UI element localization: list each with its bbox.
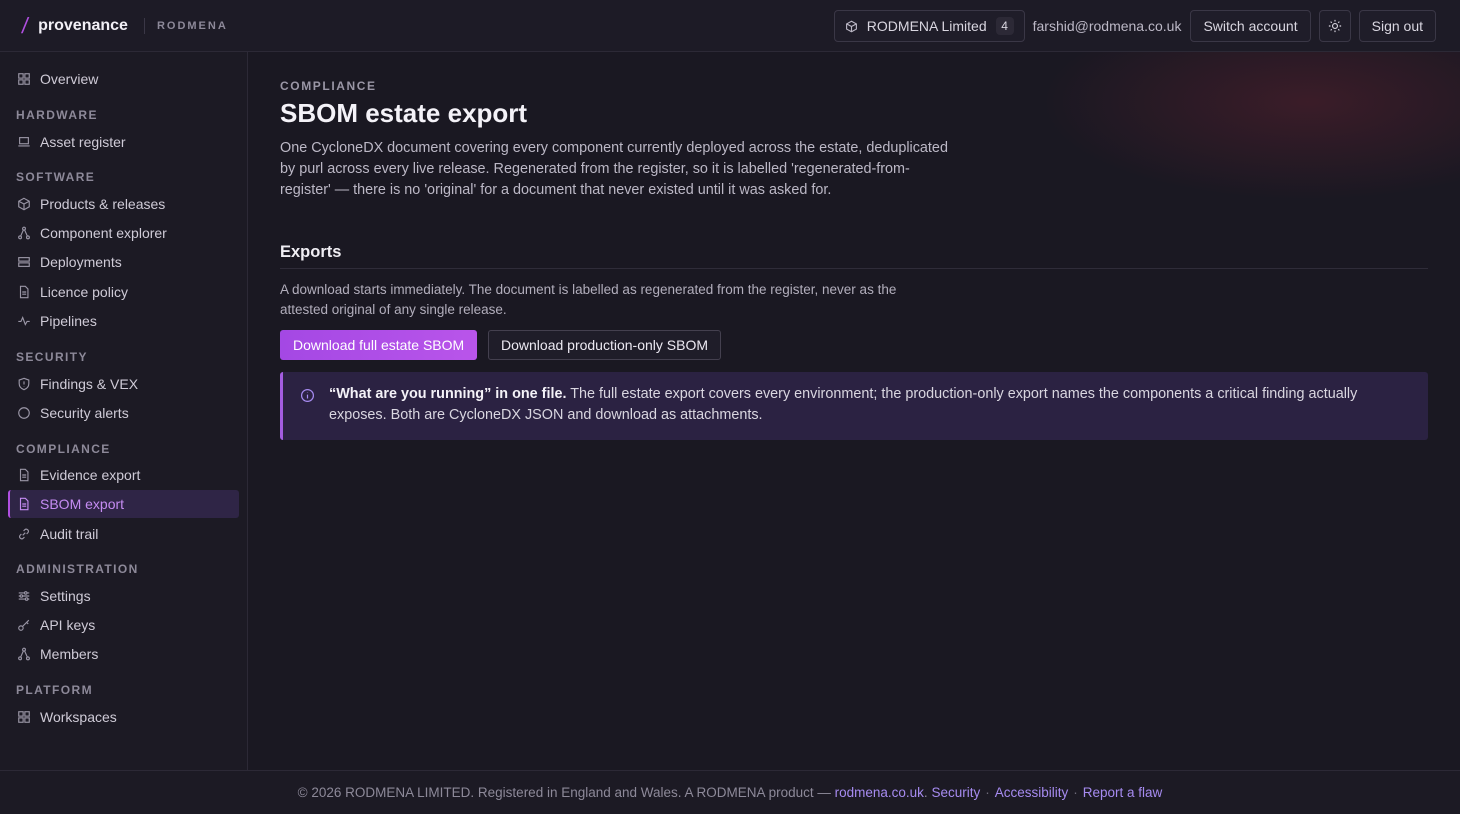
download-production-sbom-button[interactable]: Download production-only SBOM bbox=[488, 330, 721, 360]
sidebar-item-label: Evidence export bbox=[40, 467, 141, 483]
branch-icon bbox=[18, 647, 30, 661]
document-icon bbox=[19, 468, 29, 482]
brand-divider bbox=[143, 17, 145, 34]
sidebar-item-settings[interactable]: Settings bbox=[8, 582, 239, 610]
page-eyebrow: COMPLIANCE bbox=[280, 79, 377, 93]
sign-out-button[interactable]: Sign out bbox=[1358, 10, 1436, 42]
sidebar-item-licence-policy[interactable]: Licence policy bbox=[8, 278, 239, 306]
info-callout: “What are you running” in one file. The … bbox=[280, 372, 1428, 440]
top-bar: / provenance RODMENA RODMENA Limited 4 f… bbox=[0, 0, 1460, 52]
sidebar-item-evidence-export[interactable]: Evidence export bbox=[8, 461, 239, 489]
sidebar-item-workspaces[interactable]: Workspaces bbox=[8, 703, 239, 731]
grid-icon bbox=[18, 73, 30, 85]
cube-icon bbox=[845, 20, 857, 32]
section-administration: ADMINISTRATION bbox=[16, 562, 139, 576]
org-count-badge: 4 bbox=[995, 17, 1014, 35]
page-title: SBOM estate export bbox=[280, 98, 528, 128]
footer: © 2026 RODMENA LIMITED. Registered in En… bbox=[0, 770, 1460, 814]
grid-icon bbox=[18, 711, 30, 723]
footer-period: . bbox=[923, 785, 928, 800]
callout-text: “What are you running” in one file. The … bbox=[329, 384, 1399, 426]
sidebar-item-label: Workspaces bbox=[40, 709, 117, 725]
brand-slash-icon: / bbox=[20, 12, 30, 38]
exports-heading: Exports bbox=[280, 243, 342, 261]
sidebar-item-label: API keys bbox=[40, 617, 96, 633]
section-software: SOFTWARE bbox=[16, 170, 96, 184]
sliders-icon bbox=[18, 591, 30, 601]
sidebar-item-label: SBOM export bbox=[40, 496, 125, 512]
sidebar: Overview HARDWARE Asset register SOFTWAR… bbox=[0, 52, 248, 770]
shield-icon bbox=[18, 377, 30, 391]
footer-site-link[interactable]: rodmena.co.uk bbox=[835, 785, 924, 800]
exports-description: A download starts immediately. The docum… bbox=[280, 282, 897, 317]
sidebar-item-label: Pipelines bbox=[40, 313, 97, 329]
sidebar-item-sbom-export[interactable]: SBOM export bbox=[8, 490, 239, 518]
circle-icon bbox=[18, 407, 30, 419]
download-full-sbom-button[interactable]: Download full estate SBOM bbox=[280, 330, 478, 360]
laptop-icon bbox=[18, 137, 30, 147]
sidebar-item-label: Settings bbox=[40, 588, 91, 604]
sidebar-item-audit-trail[interactable]: Audit trail bbox=[8, 520, 239, 548]
page-description: One CycloneDX document covering every co… bbox=[280, 140, 948, 198]
sidebar-item-members[interactable]: Members bbox=[8, 640, 239, 668]
brand[interactable]: / provenance RODMENA bbox=[20, 12, 228, 39]
sidebar-item-overview[interactable]: Overview bbox=[8, 65, 239, 93]
tenant-label: RODMENA bbox=[156, 19, 228, 32]
sidebar-item-label: Licence policy bbox=[40, 284, 128, 300]
sidebar-item-label: Findings & VEX bbox=[40, 376, 139, 392]
section-compliance: COMPLIANCE bbox=[16, 442, 111, 456]
link-icon bbox=[19, 528, 29, 540]
activity-icon bbox=[18, 315, 30, 326]
footer-accessibility-link[interactable]: Accessibility bbox=[995, 785, 1069, 800]
footer-separator: · bbox=[985, 785, 990, 800]
section-platform: PLATFORM bbox=[16, 683, 93, 697]
document-icon bbox=[19, 285, 29, 299]
branch-icon bbox=[18, 226, 30, 240]
document-icon bbox=[19, 497, 29, 511]
sidebar-item-api-keys[interactable]: API keys bbox=[8, 611, 239, 639]
section-divider bbox=[280, 268, 1428, 269]
sidebar-item-findings-vex[interactable]: Findings & VEX bbox=[8, 370, 239, 398]
switch-account-button[interactable]: Switch account bbox=[1190, 10, 1311, 42]
sidebar-item-label: Members bbox=[40, 646, 99, 662]
footer-copyright: © 2026 RODMENA LIMITED. Registered in En… bbox=[297, 785, 831, 800]
org-switcher[interactable]: RODMENA Limited 4 bbox=[833, 10, 1025, 42]
theme-toggle-button[interactable] bbox=[1318, 10, 1351, 42]
user-email: farshid@rodmena.co.uk bbox=[1032, 18, 1182, 34]
org-name: RODMENA Limited bbox=[866, 18, 987, 34]
footer-security-link[interactable]: Security bbox=[931, 785, 980, 800]
section-hardware: HARDWARE bbox=[16, 108, 98, 122]
sidebar-item-products-releases[interactable]: Products & releases bbox=[8, 190, 239, 218]
sidebar-item-label: Security alerts bbox=[40, 405, 129, 421]
sidebar-item-security-alerts[interactable]: Security alerts bbox=[8, 399, 239, 427]
sidebar-item-label: Audit trail bbox=[40, 526, 99, 542]
sun-icon bbox=[1328, 19, 1341, 33]
sidebar-item-deployments[interactable]: Deployments bbox=[8, 248, 239, 276]
sidebar-item-component-explorer[interactable]: Component explorer bbox=[8, 219, 239, 247]
section-security: SECURITY bbox=[16, 350, 88, 364]
footer-report-link[interactable]: Report a flaw bbox=[1083, 785, 1163, 800]
info-icon bbox=[300, 388, 315, 403]
brand-name: provenance bbox=[38, 16, 128, 34]
footer-separator: · bbox=[1073, 785, 1078, 800]
sidebar-item-asset-register[interactable]: Asset register bbox=[8, 128, 239, 156]
cube-icon bbox=[18, 197, 30, 211]
callout-title: “What are you running” in one file. bbox=[329, 386, 567, 402]
sidebar-item-label: Products & releases bbox=[40, 196, 166, 212]
sidebar-item-label: Deployments bbox=[40, 254, 122, 270]
sidebar-item-pipelines[interactable]: Pipelines bbox=[8, 307, 239, 335]
sidebar-item-label: Overview bbox=[40, 71, 99, 87]
sidebar-item-label: Asset register bbox=[40, 134, 126, 150]
sidebar-item-label: Component explorer bbox=[40, 225, 167, 241]
key-icon bbox=[18, 619, 30, 631]
main-content: COMPLIANCE SBOM estate export One Cyclon… bbox=[248, 52, 1460, 770]
server-icon bbox=[18, 257, 30, 267]
